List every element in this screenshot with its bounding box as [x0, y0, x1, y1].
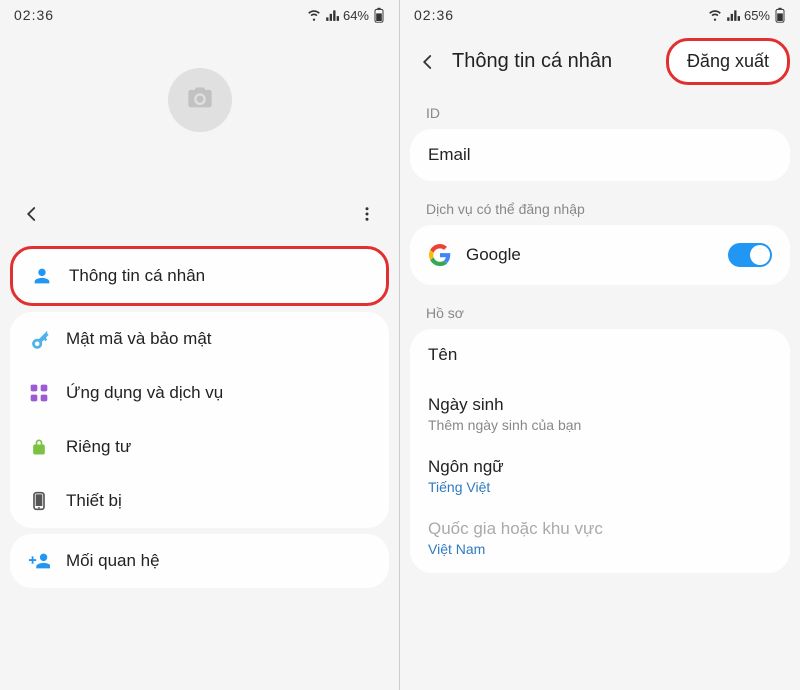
right-screen: 02:36 65% Thông tin cá nhân Đăng xuất ID: [400, 0, 800, 690]
birthday-hint: Thêm ngày sinh của bạn: [428, 417, 772, 433]
profile-content: ID Email Dịch vụ có thể đăng nhập Google…: [400, 91, 800, 690]
email-label: Email: [428, 145, 772, 165]
apps-icon: [28, 382, 50, 404]
menu-label: Riêng tư: [66, 437, 131, 457]
back-button[interactable]: [18, 200, 46, 228]
services-card: Google: [410, 225, 790, 285]
region-label: Quốc gia hoặc khu vực: [428, 519, 772, 539]
id-card: Email: [410, 129, 790, 181]
key-icon: [28, 328, 50, 350]
signal-icon: [325, 8, 339, 22]
google-icon: [428, 243, 452, 267]
back-button[interactable]: [414, 48, 442, 76]
menu-label: Mật mã và bảo mật: [66, 329, 212, 349]
menu-label: Ứng dụng và dịch vụ: [66, 383, 223, 403]
region-value: Việt Nam: [428, 541, 772, 557]
menu-label: Mối quan hệ: [66, 551, 160, 571]
menu-group-settings: Mật mã và bảo mật Ứng dụng và dịch vụ Ri…: [10, 312, 389, 528]
wifi-icon: [708, 8, 722, 22]
avatar-placeholder[interactable]: [168, 68, 232, 132]
section-profile: Hồ sơ: [400, 291, 800, 327]
language-value: Tiếng Việt: [428, 479, 772, 495]
region-row[interactable]: Quốc gia hoặc khu vực Việt Nam: [410, 507, 790, 569]
name-label: Tên: [428, 345, 772, 365]
menu-personal-info[interactable]: Thông tin cá nhân: [13, 249, 386, 303]
camera-icon: [186, 84, 214, 117]
menu-device[interactable]: Thiết bị: [10, 474, 389, 528]
status-bar: 02:36 65%: [400, 0, 800, 28]
menu-group-relationship: Mối quan hệ: [10, 534, 389, 588]
menu-personal-info-card: Thông tin cá nhân: [10, 246, 389, 306]
clock: 02:36: [14, 7, 54, 23]
menu-password-security[interactable]: Mật mã và bảo mật: [10, 312, 389, 366]
lock-icon: [28, 436, 50, 458]
menu-label: Thông tin cá nhân: [69, 266, 205, 286]
section-services: Dịch vụ có thể đăng nhập: [400, 187, 800, 223]
menu-label: Thiết bị: [66, 491, 122, 511]
clock: 02:36: [414, 7, 454, 23]
birthday-label: Ngày sinh: [428, 395, 772, 415]
nav-bar: [0, 192, 399, 240]
status-bar: 02:36 64%: [0, 0, 399, 28]
signal-icon: [726, 8, 740, 22]
battery-icon: [373, 7, 385, 23]
avatar-area[interactable]: [0, 28, 399, 192]
birthday-row[interactable]: Ngày sinh Thêm ngày sinh của bạn: [410, 377, 790, 445]
menu-list: Thông tin cá nhân Mật mã và bảo mật Ứng …: [0, 240, 399, 690]
device-icon: [28, 490, 50, 512]
language-row[interactable]: Ngôn ngữ Tiếng Việt: [410, 445, 790, 507]
status-icons: 65%: [708, 7, 786, 23]
battery-icon: [774, 7, 786, 23]
google-label: Google: [466, 245, 521, 265]
page-title: Thông tin cá nhân: [452, 50, 656, 73]
name-row[interactable]: Tên: [410, 333, 790, 377]
language-label: Ngôn ngữ: [428, 457, 772, 477]
section-id: ID: [400, 91, 800, 127]
left-screen: 02:36 64%: [0, 0, 400, 690]
menu-relationship[interactable]: Mối quan hệ: [10, 534, 389, 588]
more-button[interactable]: [353, 200, 381, 228]
wifi-icon: [307, 8, 321, 22]
header: Thông tin cá nhân Đăng xuất: [400, 28, 800, 91]
google-toggle[interactable]: [728, 243, 772, 267]
menu-privacy[interactable]: Riêng tư: [10, 420, 389, 474]
logout-button[interactable]: Đăng xuất: [666, 38, 790, 85]
menu-apps-services[interactable]: Ứng dụng và dịch vụ: [10, 366, 389, 420]
battery-text: 64%: [343, 8, 369, 23]
status-icons: 64%: [307, 7, 385, 23]
google-row[interactable]: Google: [410, 229, 790, 281]
add-person-icon: [28, 550, 50, 572]
battery-text: 65%: [744, 8, 770, 23]
person-icon: [31, 265, 53, 287]
logout-label: Đăng xuất: [687, 51, 769, 71]
profile-card: Tên Ngày sinh Thêm ngày sinh của bạn Ngô…: [410, 329, 790, 573]
email-row[interactable]: Email: [410, 133, 790, 177]
